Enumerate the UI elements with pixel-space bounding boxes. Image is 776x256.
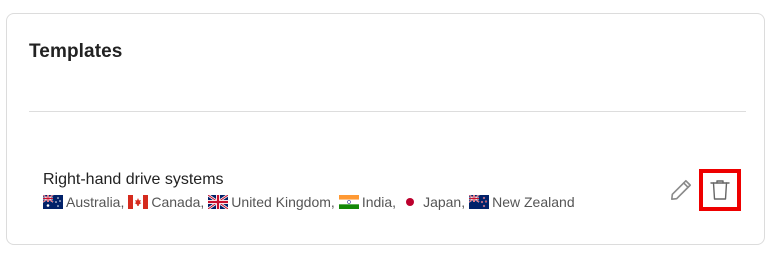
edit-template-button[interactable] xyxy=(668,177,694,203)
pencil-icon xyxy=(670,179,692,201)
flag-india-icon xyxy=(338,195,359,209)
trash-icon xyxy=(710,180,730,200)
country-united-kingdom: United Kingdom, xyxy=(208,194,339,210)
flag-uk-icon xyxy=(208,195,229,209)
country-name: New Zealand xyxy=(492,194,575,210)
flag-australia-icon xyxy=(43,195,63,209)
divider xyxy=(29,111,746,112)
country-canada: Canada, xyxy=(128,194,208,210)
country-name: Japan xyxy=(423,194,462,210)
country-name: Canada xyxy=(151,194,201,210)
delete-template-button[interactable] xyxy=(699,169,741,211)
country-list: Australia, Canada, United Kingdom , Indi… xyxy=(43,194,579,210)
flag-new-zealand-icon xyxy=(469,195,490,209)
template-name[interactable]: Right-hand drive systems xyxy=(43,171,224,189)
template-row: Right-hand drive systems Australia, Cana… xyxy=(43,169,743,219)
country-name: India xyxy=(361,194,393,210)
country-australia: Australia, xyxy=(43,194,128,210)
templates-card: Templates Right-hand drive systems Austr… xyxy=(6,13,765,245)
country-india: India, xyxy=(338,194,400,210)
country-name: United Kingdom xyxy=(231,194,331,210)
flag-japan-icon xyxy=(400,195,421,209)
card-title: Templates xyxy=(29,41,123,62)
country-new-zealand: New Zealand xyxy=(469,194,579,210)
country-japan: Japan, xyxy=(400,194,469,210)
flag-canada-icon xyxy=(128,195,149,209)
country-name: Australia xyxy=(66,194,121,210)
